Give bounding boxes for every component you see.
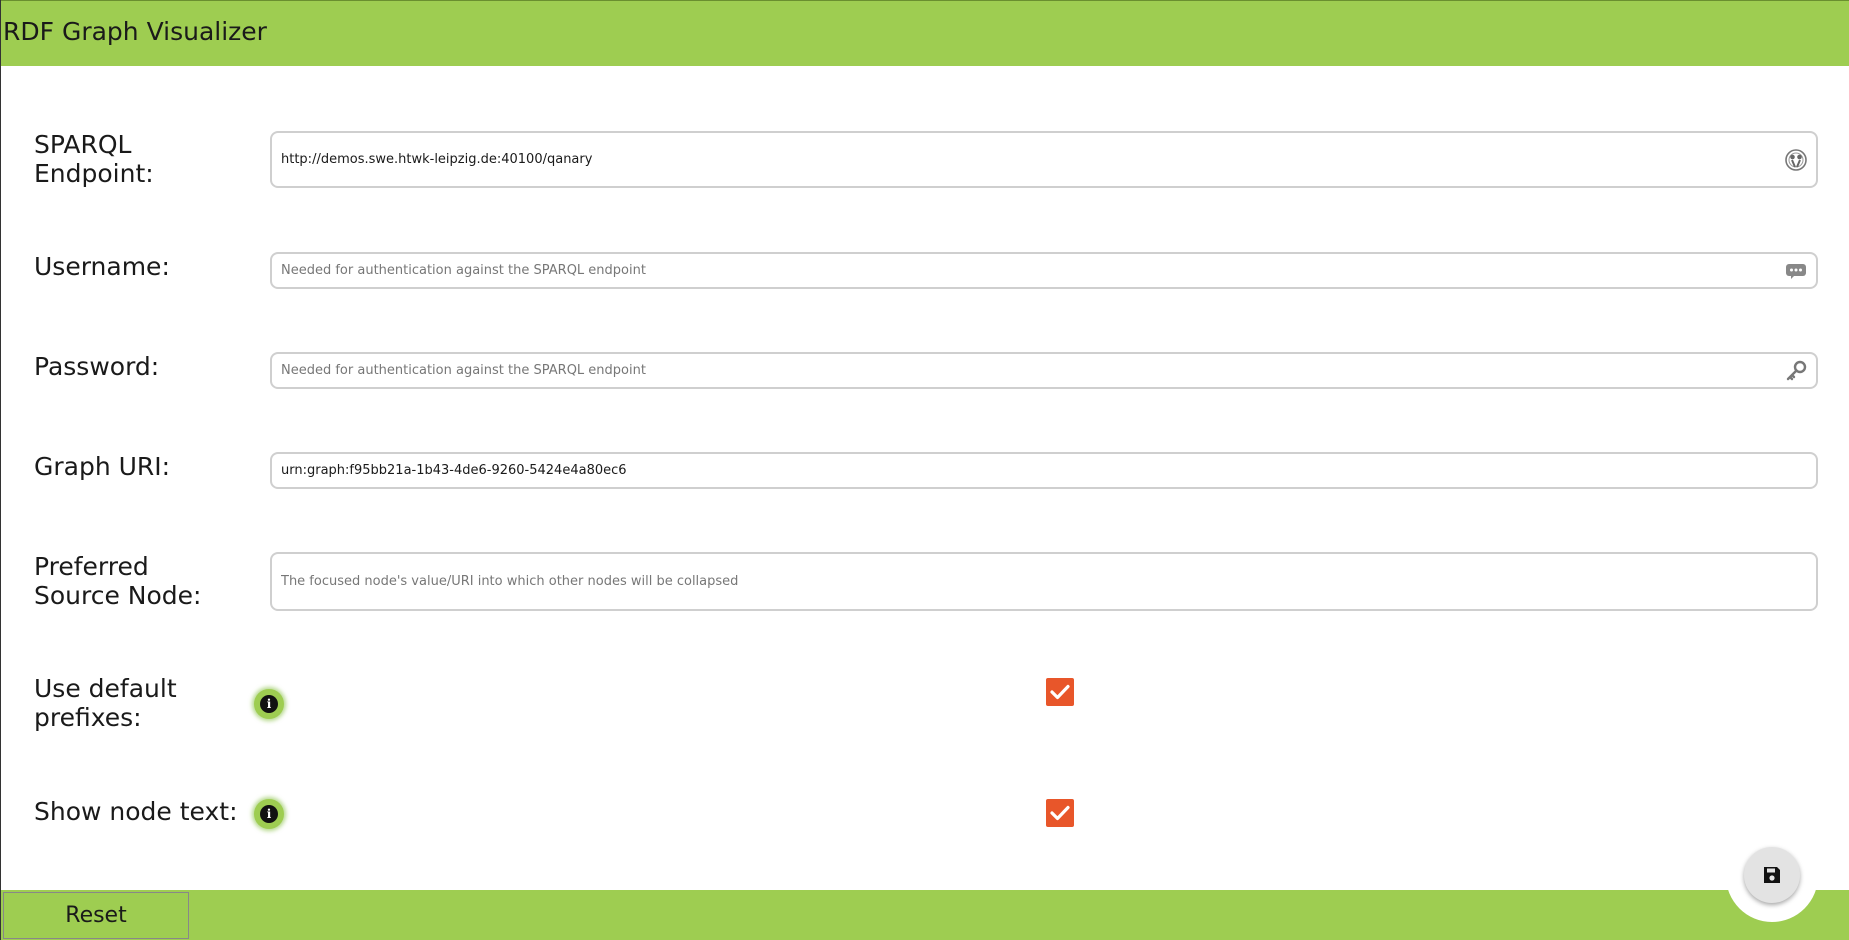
floppy-disk-icon: [1764, 867, 1780, 883]
username-input[interactable]: [272, 254, 1761, 287]
password-field[interactable]: [270, 352, 1818, 389]
show-node-text-label: Show node text:: [34, 797, 238, 826]
key-icon: [1784, 359, 1808, 383]
page: RDF Graph Visualizer SPARQL Endpoint: Us…: [0, 0, 1849, 940]
password-input[interactable]: [272, 354, 1761, 387]
footer-bar: [1, 890, 1849, 940]
reset-button[interactable]: Reset: [3, 892, 189, 939]
app-title: RDF Graph Visualizer: [3, 17, 267, 46]
show-node-text-checkbox[interactable]: [1046, 799, 1074, 827]
sparql-endpoint-input[interactable]: [272, 133, 1761, 186]
username-field[interactable]: [270, 252, 1818, 289]
preferred-source-node-field[interactable]: [270, 552, 1818, 611]
save-button[interactable]: [1744, 847, 1800, 903]
preferred-source-node-label: Preferred Source Node:: [34, 552, 202, 610]
graph-uri-label: Graph URI:: [34, 452, 171, 481]
graph-uri-field[interactable]: [270, 452, 1818, 489]
sparql-endpoint-field[interactable]: [270, 131, 1818, 188]
use-default-prefixes-checkbox[interactable]: [1046, 678, 1074, 706]
dots-bubble-icon: [1784, 259, 1808, 283]
use-default-prefixes-label: Use default prefixes:: [34, 674, 177, 732]
password-label: Password:: [34, 352, 160, 381]
sparql-endpoint-label: SPARQL Endpoint:: [34, 130, 154, 188]
preferred-source-node-input[interactable]: [272, 554, 1761, 609]
endpoint-icon: [1784, 148, 1808, 172]
graph-uri-input[interactable]: [272, 454, 1761, 487]
username-label: Username:: [34, 252, 170, 281]
info-icon[interactable]: i: [254, 689, 284, 719]
info-icon[interactable]: i: [254, 799, 284, 829]
app-header: RDF Graph Visualizer: [1, 0, 1849, 66]
checkmark-icon: [1050, 684, 1070, 700]
checkmark-icon: [1050, 805, 1070, 821]
